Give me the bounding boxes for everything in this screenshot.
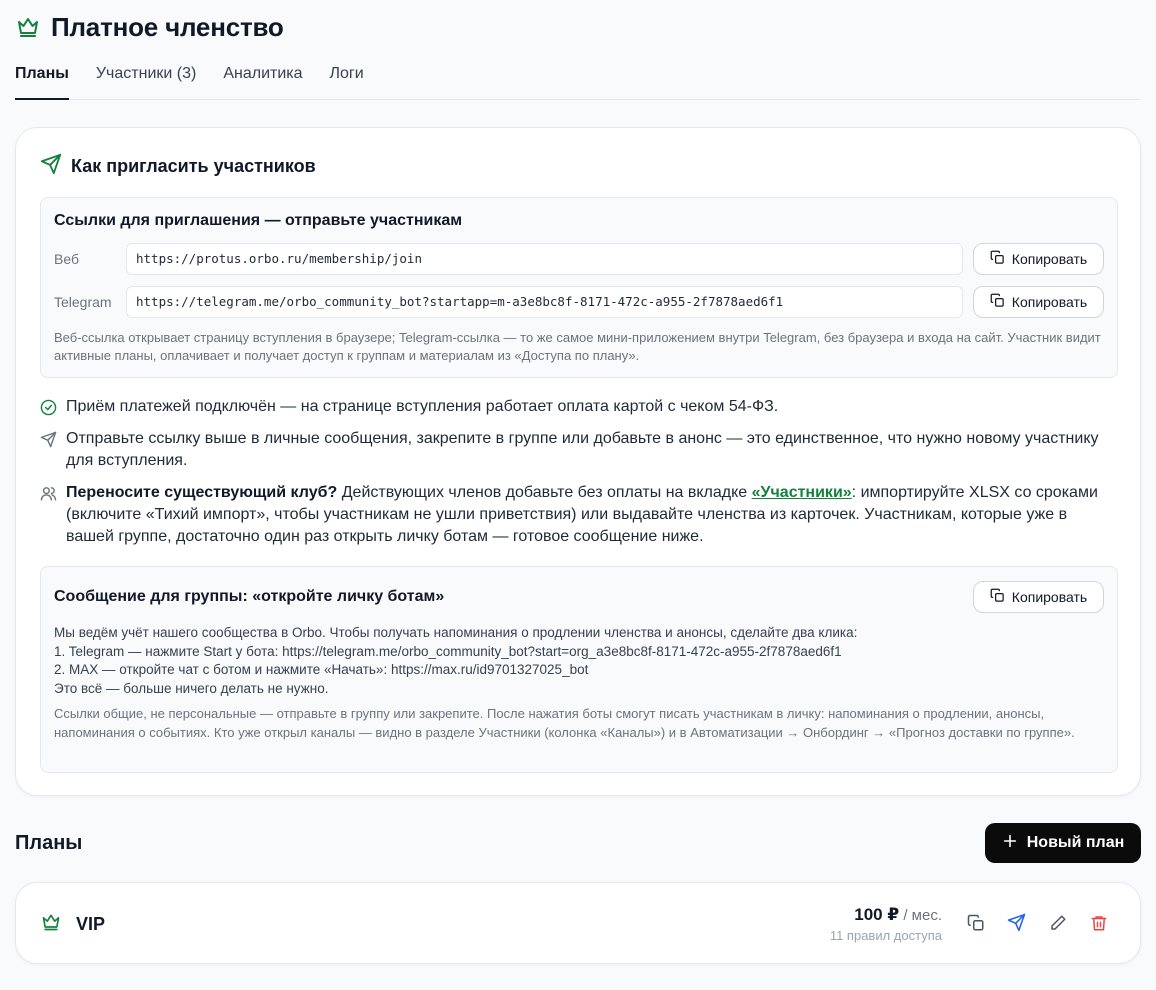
- copy-message-button[interactable]: Копировать: [973, 581, 1104, 613]
- invite-links-title: Ссылки для приглашения — отправьте участ…: [54, 212, 463, 229]
- duplicate-plan-icon[interactable]: [966, 913, 985, 932]
- migrate-text: Переносите существующий клуб? Действующи…: [66, 482, 1110, 548]
- check-circle-icon: [40, 396, 57, 423]
- tab-logs[interactable]: Логи: [330, 58, 364, 99]
- group-message-box: Сообщение для группы: «откройте личку бо…: [40, 566, 1118, 773]
- invite-title-text: Как пригласить участников: [71, 156, 316, 176]
- plan-rules-count: 11 правил доступа: [829, 928, 942, 943]
- copy-message-label: Копировать: [1011, 589, 1088, 605]
- plan-name: VIP: [76, 914, 106, 934]
- crown-icon: [15, 14, 41, 40]
- web-link-label: Веб: [54, 251, 79, 267]
- migrate-pre: Действующих членов добавьте без оплаты н…: [337, 484, 752, 501]
- new-plan-label: Новый план: [1026, 834, 1125, 851]
- plan-actions: [966, 913, 1108, 932]
- invite-links-box: Ссылки для приглашения — отправьте участ…: [40, 197, 1118, 378]
- copy-telegram-link-button[interactable]: Копировать: [973, 286, 1104, 318]
- invite-card-title: Как пригласить участников: [40, 153, 316, 180]
- send-bullet: Отправьте ссылку выше в личные сообщения…: [40, 428, 1110, 472]
- crown-icon: [40, 912, 62, 937]
- payments-bullet: Приём платежей подключён — на странице в…: [40, 396, 1110, 423]
- copy-icon: [990, 250, 1005, 268]
- delete-plan-icon[interactable]: [1089, 913, 1108, 932]
- users-icon: [40, 482, 57, 548]
- plan-price-block: 100 ₽ / мес. 11 правил доступа: [830, 905, 942, 943]
- plan-name-block: VIP: [40, 912, 105, 937]
- group-message-title: Сообщение для группы: «откройте личку бо…: [54, 588, 445, 605]
- copy-web-link-label: Копировать: [1011, 251, 1088, 267]
- tab-analytics[interactable]: Аналитика: [223, 58, 302, 99]
- plan-price-value: 100 ₽: [854, 905, 900, 924]
- send-icon: [40, 153, 62, 180]
- plans-section-title: Планы: [15, 832, 83, 854]
- telegram-link-label: Telegram: [54, 294, 112, 310]
- tab-plans[interactable]: Планы: [15, 58, 69, 100]
- plus-icon: [1002, 833, 1018, 854]
- telegram-link-row: Telegram https://telegram.me/orbo_commun…: [54, 286, 1104, 319]
- telegram-link-field[interactable]: https://telegram.me/orbo_community_bot?s…: [126, 286, 963, 318]
- plan-card[interactable]: VIP 100 ₽ / мес. 11 правил доступа: [15, 882, 1141, 964]
- message-line: 1. Telegram — нажмите Start у бота: http…: [54, 643, 842, 659]
- page-header: Платное членство: [15, 10, 284, 44]
- payments-text: Приём платежей подключён — на странице в…: [66, 398, 779, 415]
- group-message-text: Мы ведём учёт нашего сообщества в Orbo. …: [54, 624, 857, 698]
- invite-card: Как пригласить участников Ссылки для при…: [15, 127, 1141, 796]
- links-note: Веб-ссылка открывает страницу вступления…: [54, 330, 1101, 363]
- migrate-bold: Переносите существующий клуб?: [66, 484, 338, 501]
- tab-bar: Планы Участники (3) Аналитика Логи: [15, 58, 1141, 100]
- copy-telegram-link-label: Копировать: [1011, 294, 1088, 310]
- web-link-row: Веб https://protus.orbo.ru/membership/jo…: [54, 243, 1104, 276]
- copy-icon: [990, 293, 1005, 311]
- plan-price-period: / мес.: [899, 907, 942, 924]
- message-line: 2. MAX — откройте чат с ботом и нажмите …: [54, 662, 589, 677]
- group-message-note: Ссылки общие, не персональные — отправьт…: [54, 706, 1075, 740]
- message-line: Это всё — больше ничего делать не нужно.: [54, 680, 329, 696]
- copy-web-link-button[interactable]: Копировать: [973, 243, 1104, 275]
- plan-price: 100 ₽ / мес.: [830, 905, 942, 925]
- copy-icon: [990, 588, 1005, 606]
- migrate-bullet: Переносите существующий клуб? Действующи…: [40, 482, 1110, 548]
- send-icon: [40, 428, 57, 472]
- tab-members[interactable]: Участники (3): [96, 58, 196, 99]
- page-title: Платное членство: [51, 11, 284, 42]
- send-text: Отправьте ссылку выше в личные сообщения…: [66, 430, 1099, 469]
- message-line: Мы ведём учёт нашего сообщества в Orbo. …: [54, 625, 858, 640]
- edit-plan-icon[interactable]: [1048, 913, 1067, 932]
- members-tab-link[interactable]: «Участники»: [752, 484, 852, 501]
- new-plan-button[interactable]: Новый план: [985, 823, 1141, 863]
- web-link-field[interactable]: https://protus.orbo.ru/membership/join: [126, 243, 963, 275]
- send-plan-icon[interactable]: [1007, 913, 1026, 932]
